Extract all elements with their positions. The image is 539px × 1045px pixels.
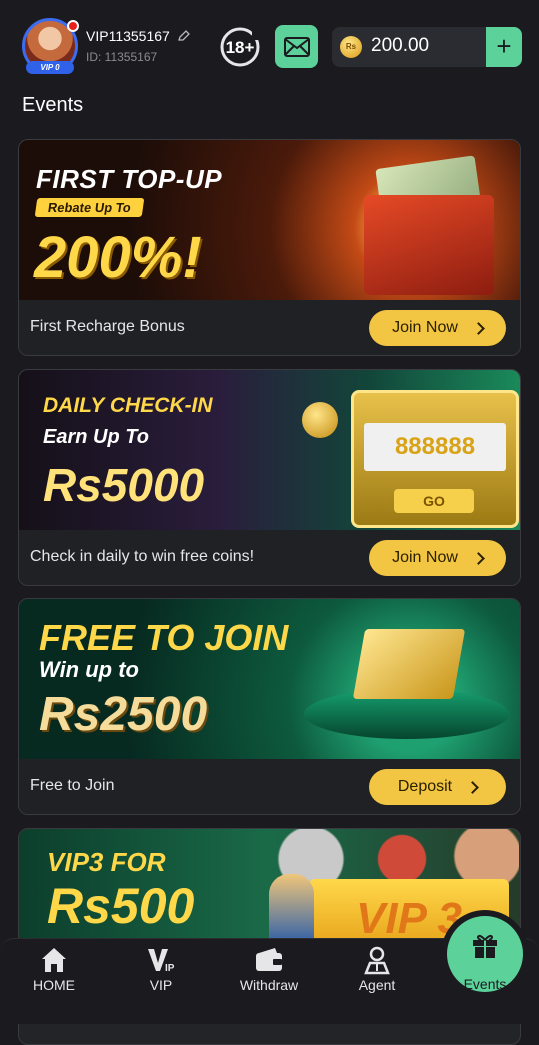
mail-button[interactable] — [275, 25, 318, 68]
gold-coin-image — [302, 402, 338, 438]
chevron-right-icon — [472, 321, 485, 335]
chevron-right-icon — [466, 780, 479, 794]
nav-vip[interactable]: IP VIP — [116, 939, 206, 1025]
agent-icon — [364, 946, 390, 975]
banner-amount: Rs2500 — [39, 688, 208, 741]
button-label: Join Now — [392, 549, 458, 566]
nav-label: Agent — [358, 977, 396, 993]
edit-icon[interactable] — [177, 29, 191, 43]
gold-bars-image — [352, 629, 466, 699]
red-envelope-image — [364, 195, 494, 295]
card-footer: First Recharge Bonus Join Now — [19, 300, 520, 355]
banner-headline: FREE TO JOIN — [39, 617, 289, 658]
banner-amount: Rs5000 — [43, 459, 205, 511]
event-banner[interactable]: 888888 GO DAILY CHECK-IN Earn Up To Rs50… — [19, 370, 520, 530]
svg-text:IP: IP — [165, 963, 175, 974]
banner-headline: FIRST TOP-UP — [36, 164, 223, 194]
age-restriction-label: 18+ — [226, 38, 255, 57]
event-card-free-to-join[interactable]: FREE TO JOIN Win up to Rs2500 Free to Jo… — [18, 598, 521, 815]
nav-label: Withdraw — [239, 977, 299, 993]
character-image — [269, 874, 314, 944]
slot-reels: 888888 — [364, 423, 506, 471]
banner-subheadline: Earn Up To — [43, 426, 149, 448]
nav-withdraw[interactable]: Withdraw — [224, 939, 314, 1025]
chevron-right-icon — [472, 551, 485, 565]
home-icon — [42, 948, 66, 972]
event-description: Check in daily to win free coins! — [30, 548, 255, 565]
nav-label: VIP — [149, 977, 173, 993]
banner-headline: VIP3 FOR — [47, 847, 166, 877]
banner-subheadline: Win up to — [39, 657, 139, 682]
vip-icon: IP — [148, 949, 175, 974]
rupee-coin-icon: Rs — [340, 36, 362, 58]
join-now-button[interactable]: Join Now — [369, 310, 506, 346]
gift-icon — [473, 934, 497, 958]
banner-amount: 200%! — [34, 225, 202, 290]
nav-agent[interactable]: Agent — [332, 939, 422, 1025]
vip-level-badge: VIP 0 — [26, 61, 74, 74]
banner-pill: Rebate Up To — [34, 198, 145, 217]
nav-home[interactable]: HOME — [9, 939, 99, 1025]
event-banner[interactable]: FIRST TOP-UP Rebate Up To 200%! — [19, 140, 520, 300]
event-card-first-topup[interactable]: FIRST TOP-UP Rebate Up To 200%! First Re… — [18, 139, 521, 356]
add-funds-button[interactable]: + — [486, 27, 522, 67]
mail-icon — [283, 36, 310, 57]
banner-headline: DAILY CHECK-IN — [43, 394, 213, 417]
balance-amount: 200.00 — [371, 35, 430, 56]
event-banner[interactable]: FREE TO JOIN Win up to Rs2500 — [19, 599, 520, 759]
age-restriction-icon: 18+ — [220, 27, 264, 67]
nav-events[interactable]: Events — [447, 916, 523, 992]
wallet-icon — [256, 948, 282, 971]
slot-go-label: GO — [394, 489, 474, 513]
deposit-button[interactable]: Deposit — [369, 769, 506, 805]
nav-label: HOME — [33, 977, 75, 993]
notification-dot — [67, 20, 79, 32]
event-description: Free to Join — [30, 777, 115, 794]
button-label: Join Now — [392, 319, 458, 336]
slot-machine-image: 888888 GO — [351, 390, 519, 528]
nav-label: Events — [463, 976, 507, 992]
user-id: ID: 11355167 — [86, 50, 158, 64]
card-footer: Check in daily to win free coins! Join N… — [19, 530, 520, 585]
page-title: Events — [22, 94, 84, 116]
event-description: First Recharge Bonus — [30, 318, 185, 335]
card-footer: Free to Join Deposit — [19, 759, 520, 814]
button-label: Deposit — [397, 778, 453, 795]
event-card-daily-checkin[interactable]: 888888 GO DAILY CHECK-IN Earn Up To Rs50… — [18, 369, 521, 586]
username: VIP11355167 — [86, 28, 170, 44]
join-now-button[interactable]: Join Now — [369, 540, 506, 576]
banner-amount: Rs500 — [47, 878, 195, 934]
